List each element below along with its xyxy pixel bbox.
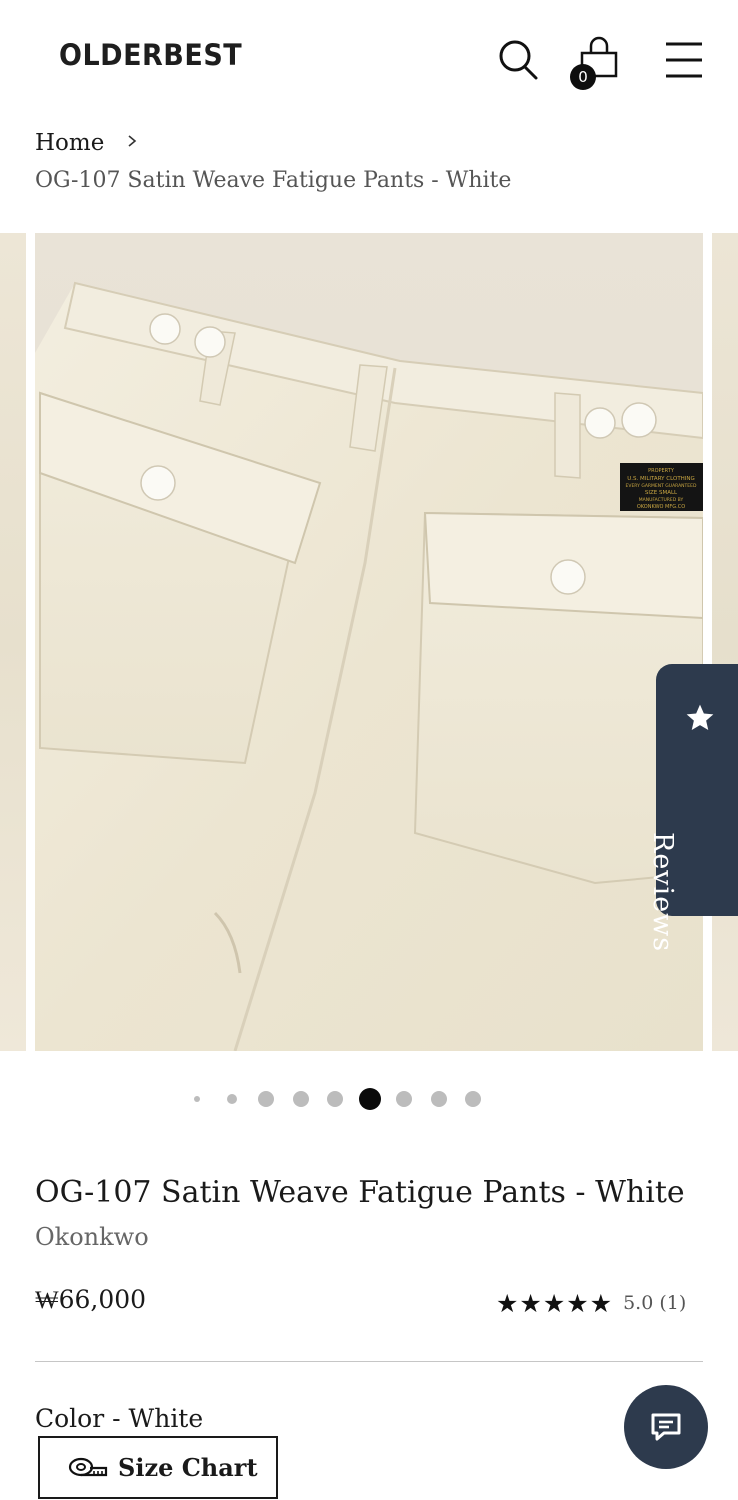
breadcrumb: Home [35,130,139,156]
star-icon [686,704,714,730]
color-option-label: Color - White [35,1404,204,1433]
logo[interactable]: OLDERBEST [59,38,242,72]
chevron-right-icon [128,135,137,147]
tape-measure-icon [68,1457,108,1476]
breadcrumb-home-link[interactable]: Home [35,130,104,156]
garment-label-line: MANUFACTURED BY [639,497,684,503]
rating-text: 5.0 (1) [623,1292,687,1314]
search-icon[interactable] [496,36,540,82]
pagination-dot[interactable] [258,1091,274,1107]
pagination-dot[interactable] [292,1091,309,1107]
pagination-dot-active[interactable] [358,1088,381,1110]
product-image[interactable]: PROPERTY U.S. MILITARY CLOTHING EVERY GA… [35,233,703,1051]
reviews-tab[interactable]: Reviews [647,664,738,952]
product-vendor[interactable]: Okonkwo [35,1223,149,1251]
product-price: ₩66,000 [35,1285,147,1314]
gallery-pagination [0,1087,738,1111]
size-chart-label: Size Chart [118,1453,258,1482]
menu-icon[interactable] [662,36,706,82]
product-rating[interactable]: ★★★★★ 5.0 (1) [496,1288,687,1318]
garment-label-line: U.S. MILITARY CLOTHING [627,476,695,482]
pagination-dot[interactable] [226,1094,237,1104]
divider [35,1361,703,1362]
garment-label-line: PROPERTY [648,468,675,474]
pagination-dot[interactable] [396,1091,412,1107]
breadcrumb-current: OG-107 Satin Weave Fatigue Pants - White [35,168,512,193]
pagination-dot[interactable] [327,1091,343,1107]
pagination-dot[interactable] [430,1091,447,1107]
product-title: OG-107 Satin Weave Fatigue Pants - White [35,1175,685,1210]
product-gallery[interactable]: PROPERTY U.S. MILITARY CLOTHING EVERY GA… [0,233,738,1051]
garment-label-line: OKONKWO MFG.CO [637,504,685,510]
gallery-prev-slide[interactable] [0,233,26,1051]
chat-button[interactable] [624,1385,708,1469]
chat-icon [651,1413,681,1441]
cart-count-badge[interactable]: 0 [570,64,596,90]
garment-label-line: EVERY GARMENT GUARANTEED [626,483,697,489]
gallery-next-slide[interactable] [712,233,738,1051]
rating-stars: ★★★★★ [496,1288,614,1318]
pagination-dot[interactable] [194,1096,200,1102]
garment-label-line: SIZE SMALL [645,490,678,496]
site-header: OLDERBEST 0 [0,0,738,118]
reviews-tab-label: Reviews [647,832,678,953]
pagination-dot[interactable] [465,1091,481,1107]
size-chart-button[interactable]: Size Chart [38,1436,278,1499]
